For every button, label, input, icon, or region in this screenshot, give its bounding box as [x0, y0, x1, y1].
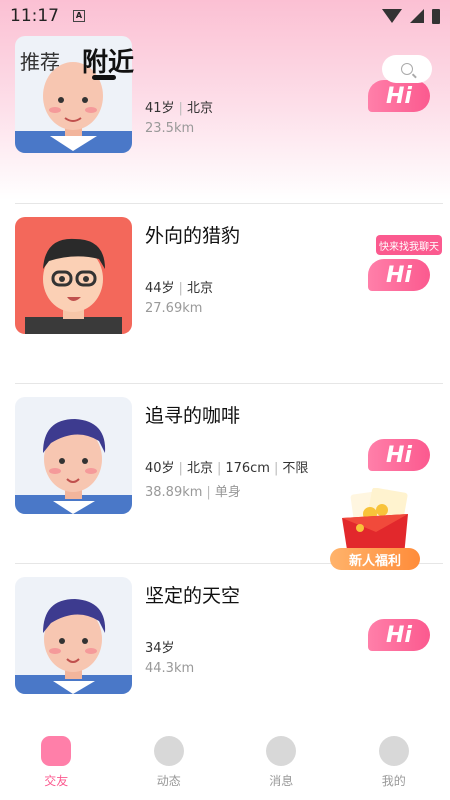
- avatar[interactable]: [15, 217, 132, 334]
- new-user-bonus-label: 新人福利: [330, 548, 420, 570]
- user-name: 坚定的天空: [145, 585, 241, 607]
- moments-icon: [153, 736, 184, 766]
- tab-nearby[interactable]: 附近: [82, 42, 134, 79]
- signal-icon: [410, 9, 424, 23]
- user-info: 34岁: [145, 641, 175, 656]
- tab-friends[interactable]: 交友: [0, 720, 113, 800]
- friends-icon: [41, 736, 72, 766]
- tab-recommend[interactable]: 推荐: [20, 46, 60, 75]
- search-icon: [401, 63, 413, 75]
- avatar[interactable]: [15, 577, 132, 694]
- bottom-tab-bar: 交友 动态 消息 我的: [0, 720, 450, 800]
- message-icon: [266, 736, 297, 766]
- tab-label: 消息: [269, 774, 294, 788]
- user-name: 外向的猎豹: [145, 225, 241, 247]
- user-card[interactable]: 外向的猎豹 44岁 | 北京 27.69km 快来找我聊天 Hi: [0, 205, 450, 385]
- user-distance: 44.3km: [145, 661, 195, 676]
- active-tab-indicator: [92, 75, 116, 80]
- avatar[interactable]: [15, 397, 132, 514]
- status-bar: 11:17 A: [0, 0, 450, 32]
- tab-label: 动态: [156, 774, 181, 788]
- battery-icon: [432, 8, 440, 24]
- user-distance: 38.89km | 单身: [145, 485, 241, 500]
- user-info: 44岁 | 北京: [145, 281, 213, 296]
- new-user-bonus[interactable]: 新人福利: [330, 487, 420, 572]
- user-card[interactable]: 坚定的天空 34岁 44.3km Hi: [0, 565, 450, 745]
- tab-profile[interactable]: 我的: [338, 720, 450, 800]
- tab-moments[interactable]: 动态: [113, 720, 226, 800]
- top-tabs: 推荐 附近: [0, 40, 450, 84]
- profile-icon: [378, 736, 409, 766]
- user-info: 41岁 | 北京: [145, 101, 213, 116]
- tab-label: 我的: [381, 774, 406, 788]
- divider: [15, 203, 443, 204]
- wifi-icon: [382, 9, 402, 23]
- tab-messages[interactable]: 消息: [225, 720, 338, 800]
- search-button[interactable]: [382, 55, 432, 83]
- user-name: 追寻的咖啡: [145, 405, 241, 427]
- tab-label: 交友: [44, 774, 69, 788]
- user-list[interactable]: 41岁 | 北京 23.5km Hi 外向的猎豹 44岁 | 北京 27.69k…: [0, 0, 450, 720]
- hi-button[interactable]: Hi: [368, 259, 430, 291]
- status-time: 11:17: [10, 6, 59, 26]
- chat-prompt-bubble: 快来找我聊天: [376, 235, 442, 255]
- divider: [15, 383, 443, 384]
- user-distance: 23.5km: [145, 121, 195, 136]
- hi-button[interactable]: Hi: [368, 619, 430, 651]
- user-info: 40岁 | 北京 | 176cm | 不限: [145, 461, 309, 476]
- status-icons: [382, 8, 440, 24]
- hi-button[interactable]: Hi: [368, 80, 430, 112]
- hi-button[interactable]: Hi: [368, 439, 430, 471]
- accessibility-icon: A: [73, 10, 85, 22]
- user-distance: 27.69km: [145, 301, 203, 316]
